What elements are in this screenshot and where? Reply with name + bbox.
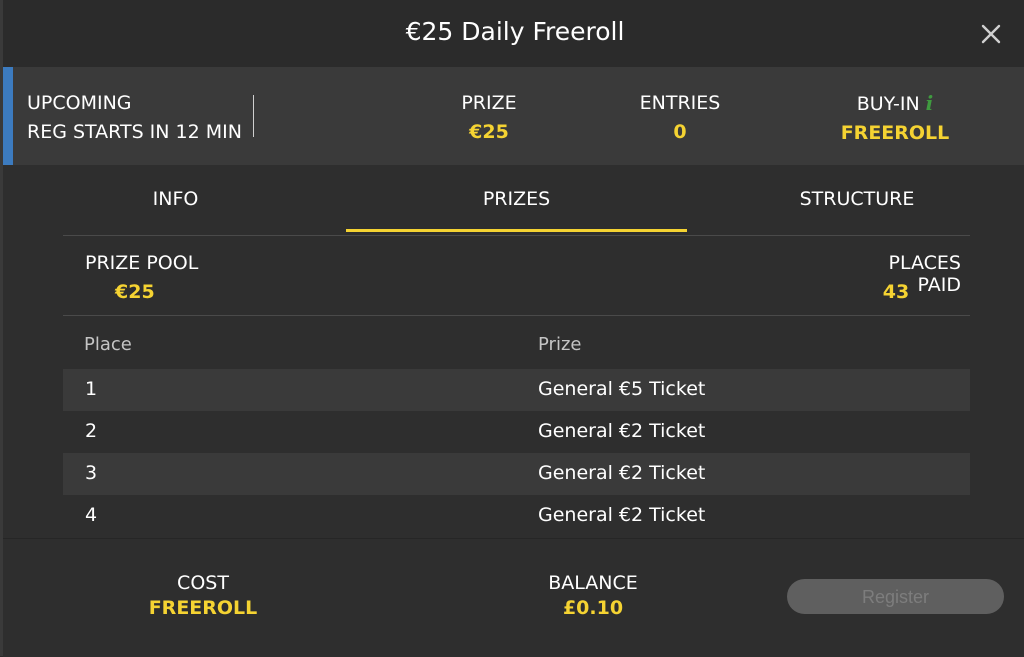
table-row: 3 General €2 Ticket: [63, 453, 970, 495]
column-header-prize: Prize: [538, 334, 582, 355]
buyin-label-row: BUY-IN i: [835, 89, 955, 119]
prize-cell: General €2 Ticket: [538, 420, 706, 442]
entries-value: 0: [673, 121, 687, 143]
table-row: 2 General €2 Ticket: [63, 411, 970, 453]
place-cell: 3: [85, 462, 98, 484]
prize-pool-label: PRIZE POOL: [85, 252, 199, 274]
dialog-title: €25 Daily Freeroll: [405, 17, 625, 46]
info-icon[interactable]: i: [926, 89, 934, 118]
table-row: 4 General €2 Ticket: [63, 495, 970, 537]
prize-stat: PRIZE €25: [444, 89, 534, 147]
balance-value: £0.10: [562, 597, 624, 619]
buyin-stat: BUY-IN i FREEROLL: [835, 89, 955, 148]
entries-stat: ENTRIES 0: [630, 89, 730, 147]
place-cell: 2: [85, 420, 98, 442]
cost-label: COST: [177, 572, 229, 594]
status-accent-strip: [3, 67, 13, 165]
places-paid-value: 43: [882, 281, 910, 303]
prize-label: PRIZE: [461, 92, 517, 114]
status-divider: [253, 95, 254, 137]
balance-label: BALANCE: [548, 572, 638, 594]
close-button[interactable]: [975, 18, 1007, 50]
tab-divider: [63, 235, 970, 236]
tab-bar: INFO PRIZES STRUCTURE: [5, 165, 1024, 235]
column-header-place: Place: [84, 334, 132, 355]
tab-info[interactable]: INFO: [5, 165, 346, 235]
prize-cell: General €5 Ticket: [538, 378, 706, 400]
tab-structure[interactable]: STRUCTURE: [687, 165, 1024, 235]
title-bar: €25 Daily Freeroll: [3, 0, 1024, 67]
prize-cell: General €2 Ticket: [538, 462, 706, 484]
place-cell: 1: [85, 378, 98, 400]
state-label: UPCOMING: [27, 92, 132, 114]
buyin-label: BUY-IN: [856, 93, 920, 115]
prize-pool-value: €25: [115, 281, 155, 303]
dialog-footer: COST FREEROLL BALANCE £0.10 Register: [3, 538, 1024, 657]
table-row: 1 General €5 Ticket: [63, 369, 970, 411]
place-cell: 4: [85, 504, 98, 526]
balance-stat: BALANCE £0.10: [533, 571, 653, 621]
entries-label: ENTRIES: [639, 92, 721, 114]
registration-info: REG STARTS IN 12 MIN: [27, 121, 242, 143]
tournament-state: UPCOMING REG STARTS IN 12 MIN: [27, 89, 242, 147]
prize-cell: General €2 Ticket: [538, 504, 706, 526]
close-icon: [981, 24, 1001, 44]
summary-divider: [63, 315, 970, 316]
tournament-dialog: €25 Daily Freeroll UPCOMING REG STARTS I…: [0, 0, 1024, 657]
cost-stat: COST FREEROLL: [143, 571, 263, 621]
tab-prizes[interactable]: PRIZES: [346, 165, 687, 235]
tournament-status-bar: UPCOMING REG STARTS IN 12 MIN PRIZE €25 …: [3, 67, 1024, 165]
register-button[interactable]: Register: [787, 579, 1004, 614]
cost-value: FREEROLL: [148, 597, 258, 619]
buyin-value: FREEROLL: [840, 122, 950, 144]
prize-value: €25: [469, 121, 509, 143]
